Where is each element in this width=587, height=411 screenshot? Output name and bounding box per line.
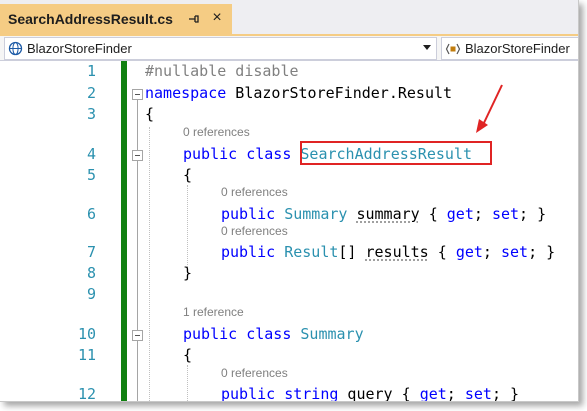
punctuation: ; }	[519, 205, 547, 223]
keyword: namespace	[145, 84, 227, 102]
punctuation: ; }	[528, 243, 556, 261]
punctuation: []	[338, 243, 366, 261]
code-line-3: {	[145, 105, 155, 123]
keyword: get	[446, 205, 474, 223]
highlight-box	[300, 141, 492, 165]
line-number: 8	[86, 264, 96, 282]
collapse-icon[interactable]	[132, 150, 143, 161]
codelens-references[interactable]: 0 references	[221, 366, 288, 380]
keyword: set	[491, 205, 520, 223]
line-number: 4	[86, 145, 96, 163]
line-number: 2	[86, 84, 96, 102]
codelens-references[interactable]: 0 references	[221, 224, 288, 238]
codelens-references[interactable]: 0 references	[183, 125, 250, 139]
pin-icon[interactable]	[186, 11, 202, 27]
code-line-11: {	[183, 346, 193, 364]
line-number: 1	[86, 62, 96, 80]
punctuation: ; }	[491, 385, 520, 402]
line-number: 5	[86, 166, 96, 184]
scope-dropdown[interactable]: BlazorStoreFinder	[441, 37, 578, 60]
punctuation: {	[419, 205, 447, 223]
code-line-1: #nullable disable	[145, 62, 299, 80]
code-line-7: public Result[] results { get; set; }	[221, 243, 555, 261]
keyword: public	[221, 205, 276, 223]
line-number: 6	[86, 205, 96, 223]
outline-line	[137, 100, 138, 401]
line-number: 7	[86, 243, 96, 261]
indent-guide	[187, 185, 188, 275]
project-icon	[8, 41, 23, 56]
navigation-bar: BlazorStoreFinder BlazorStoreFinder	[0, 36, 578, 61]
editor-window: SearchAddressResult.cs × BlazorStoreFind…	[0, 0, 579, 402]
project-dropdown[interactable]: BlazorStoreFinder	[4, 37, 437, 60]
punctuation: ;	[446, 385, 465, 402]
punctuation: {	[428, 243, 456, 261]
property-name: summary	[356, 205, 420, 223]
code-line-12: public string query { get; set; }	[221, 385, 520, 402]
punctuation: ;	[482, 243, 501, 261]
collapse-icon[interactable]	[132, 330, 143, 341]
code-line-10: public class Summary	[183, 325, 364, 343]
document-tab-strip: SearchAddressResult.cs ×	[0, 0, 578, 36]
codelens-references[interactable]: 1 reference	[183, 305, 244, 319]
line-number: 11	[77, 346, 96, 364]
keyword: get	[455, 243, 483, 261]
namespace-icon	[445, 42, 461, 56]
line-number: 12	[77, 385, 96, 402]
keyword: public string	[221, 385, 339, 402]
codelens-references[interactable]: 0 references	[221, 185, 288, 199]
punctuation: ;	[473, 205, 492, 223]
keyword: public	[221, 243, 276, 261]
code-editor[interactable]: 1 2 3 4 5 6 7 8 9 10 11 12 #nullable dis…	[0, 61, 578, 401]
namespace-name: BlazorStoreFinder.Result	[226, 84, 453, 102]
type-name: Summary	[284, 205, 348, 223]
type-name: Result	[284, 243, 339, 261]
property-name: results	[365, 243, 429, 261]
keyword: set	[500, 243, 529, 261]
collapse-icon[interactable]	[132, 89, 143, 100]
line-number: 9	[86, 285, 96, 303]
keyword: get	[419, 385, 447, 402]
line-number: 3	[86, 105, 96, 123]
change-tracking-bar	[121, 61, 127, 401]
scope-name: BlazorStoreFinder	[465, 41, 570, 56]
keyword: set	[464, 385, 492, 402]
code-line-8: }	[183, 264, 193, 282]
project-name: BlazorStoreFinder	[27, 41, 132, 56]
code-line-6: public Summary summary { get; set; }	[221, 205, 546, 223]
class-name: Summary	[300, 325, 364, 343]
document-tab[interactable]: SearchAddressResult.cs ×	[0, 4, 232, 34]
indent-guide	[187, 365, 188, 401]
punctuation: {	[392, 385, 420, 402]
tab-title: SearchAddressResult.cs	[8, 11, 173, 27]
code-line-2: namespace BlazorStoreFinder.Result	[145, 84, 452, 102]
keyword: public class	[183, 145, 292, 163]
code-line-5: {	[183, 166, 193, 184]
line-number: 10	[77, 325, 96, 343]
property-name: query	[338, 385, 393, 402]
annotation-arrow-icon	[476, 84, 503, 133]
indent-guide	[149, 127, 150, 401]
chevron-down-icon[interactable]	[423, 45, 431, 50]
close-icon[interactable]: ×	[208, 9, 226, 27]
keyword: public class	[183, 325, 292, 343]
